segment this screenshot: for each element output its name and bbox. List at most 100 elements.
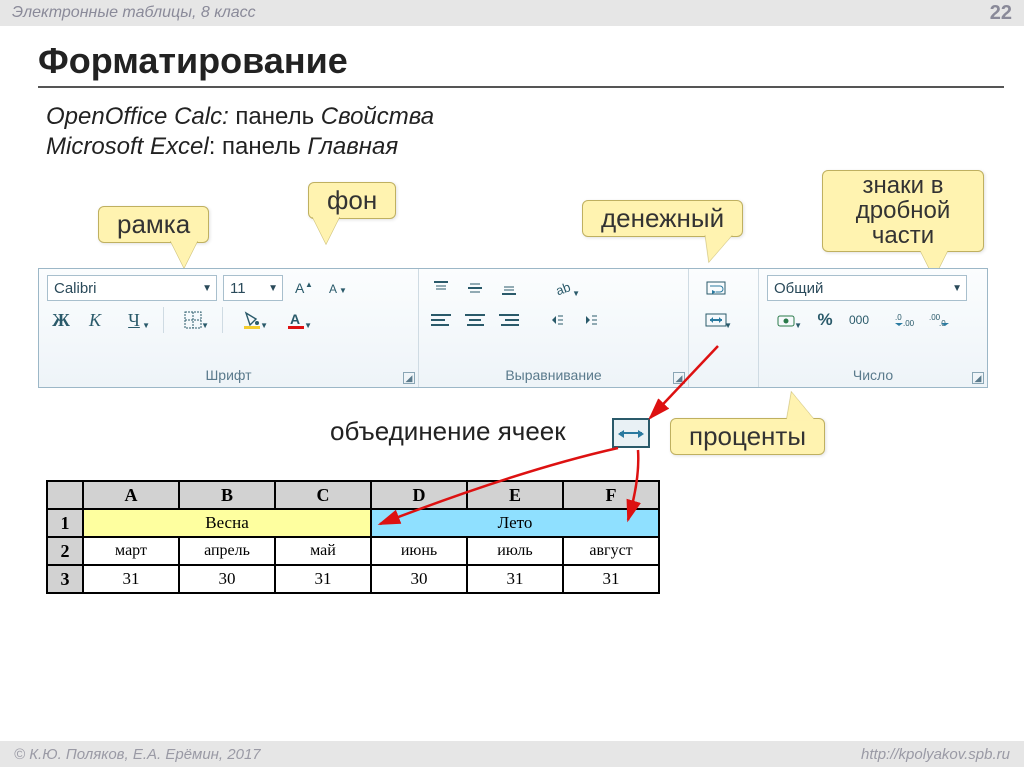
oo-panel: Свойства [321,103,434,130]
number-format-combo[interactable]: Общий▼ [767,275,967,301]
cell-month: апрель [179,537,275,565]
merge-cells-button[interactable]: ▼ [697,307,735,333]
font-size-value: 11 [230,280,246,297]
ribbon: Calibri▼ 11▼ A▲ A▼ Ж К Ч▼ ▼ ▼ [38,268,988,388]
corner-cell [47,481,83,509]
merge-icon [612,418,650,448]
section-align-label: Выравнивание [427,367,680,385]
page-number: 22 [990,2,1012,25]
font-color-button[interactable]: А ▼ [277,307,315,333]
decrease-indent-button[interactable] [541,307,569,333]
decrease-decimal-button[interactable]: .00.0 [925,307,953,333]
svg-text:A: A [329,282,337,296]
example-table: A B C D E F 1 Весна Лето 2 март апрель м… [46,480,660,594]
section-font-label: Шрифт [47,367,410,385]
svg-text:A: A [295,280,305,296]
wrap-text-button[interactable] [697,275,735,301]
align-middle-button[interactable] [461,275,489,301]
footer-right: http://kpolyakov.spb.ru [861,746,1010,763]
cell-spring: Весна [83,509,371,537]
row-3: 3 [47,565,83,593]
oo-calc: OpenOffice Calc: [46,103,229,130]
col-E: E [467,481,563,509]
underline-button[interactable]: Ч▼ [115,307,153,333]
section-number: Общий▼ ▼ % 000 .0.00 .00.0 Число ◢ [759,269,987,387]
bold-button[interactable]: Ж [47,307,75,333]
font-size-combo[interactable]: 11▼ [223,275,283,301]
percent-button[interactable]: % [811,307,839,333]
increase-indent-button[interactable] [575,307,603,333]
cell-month: май [275,537,371,565]
cell-days: 31 [275,565,371,593]
callout-decimals: знаки в дробной части [822,170,984,252]
row-1: 1 [47,509,83,537]
description: OpenOffice Calc: панель Свойства Microso… [46,102,1024,162]
merge-label: объединение ячеек [330,416,566,447]
align-bottom-button[interactable] [495,275,523,301]
align-center-button[interactable] [461,307,489,333]
callout-fill-tail [312,216,340,244]
cell-days: 30 [371,565,467,593]
cell-month: июнь [371,537,467,565]
cell-days: 30 [179,565,275,593]
cell-month: июль [467,537,563,565]
svg-text:ab: ab [554,279,572,297]
italic-button[interactable]: К [81,307,109,333]
cell-summer: Лето [371,509,659,537]
align-top-button[interactable] [427,275,455,301]
number-dialog-launcher[interactable]: ◢ [972,372,984,384]
callout-border-tail [170,240,198,268]
footer-left: © К.Ю. Поляков, Е.А. Ерёмин, 2017 [14,746,261,763]
border-button[interactable]: ▼ [174,307,212,333]
col-C: C [275,481,371,509]
txt: панель [229,103,321,130]
percent-label: % [817,310,832,330]
cell-month: август [563,537,659,565]
svg-text:▲: ▲ [305,280,313,289]
font-name-value: Calibri [54,280,97,297]
callout-fill: фон [308,182,396,219]
svg-text:.00: .00 [903,319,915,328]
page-title: Форматирование [38,40,1024,82]
thousands-label: 000 [849,313,869,327]
col-D: D [371,481,467,509]
align-right-button[interactable] [495,307,523,333]
title-underline [38,86,1004,88]
txt: : панель [209,133,308,160]
header-left: Электронные таблицы, 8 класс [12,4,256,22]
cell-days: 31 [467,565,563,593]
fill-color-button[interactable]: ▼ [233,307,271,333]
svg-text:▼: ▼ [339,286,347,295]
callout-decimals-l3: части [833,223,973,248]
svg-text:А: А [290,311,300,327]
separator [163,307,164,333]
section-cell: ▼ [689,269,759,387]
increase-decimal-button[interactable]: .0.00 [891,307,919,333]
cell-days: 31 [563,565,659,593]
section-font: Calibri▼ 11▼ A▲ A▼ Ж К Ч▼ ▼ ▼ [39,269,419,387]
callout-currency: денежный [582,200,743,237]
callout-percent: проценты [670,418,825,455]
callout-currency-tail [695,234,733,262]
font-dialog-launcher[interactable]: ◢ [403,372,415,384]
align-dialog-launcher[interactable]: ◢ [673,372,685,384]
cell-days: 31 [83,565,179,593]
font-name-combo[interactable]: Calibri▼ [47,275,217,301]
callout-decimals-l2: дробной [833,198,973,223]
thousands-button[interactable]: 000 [845,307,873,333]
col-F: F [563,481,659,509]
callout-border: рамка [98,206,209,243]
align-left-button[interactable] [427,307,455,333]
callout-percent-tail [777,392,814,420]
row-2: 2 [47,537,83,565]
col-B: B [179,481,275,509]
currency-button[interactable]: ▼ [767,307,805,333]
decrease-font-button[interactable]: A▼ [323,275,351,301]
underline-label: Ч [128,310,140,331]
orientation-button[interactable]: ab▼ [545,275,583,301]
callout-decimals-l1: знаки в [833,173,973,198]
increase-font-button[interactable]: A▲ [289,275,317,301]
section-number-label: Число [767,367,979,385]
section-align: ab▼ Выравнивание ◢ [419,269,689,387]
col-A: A [83,481,179,509]
